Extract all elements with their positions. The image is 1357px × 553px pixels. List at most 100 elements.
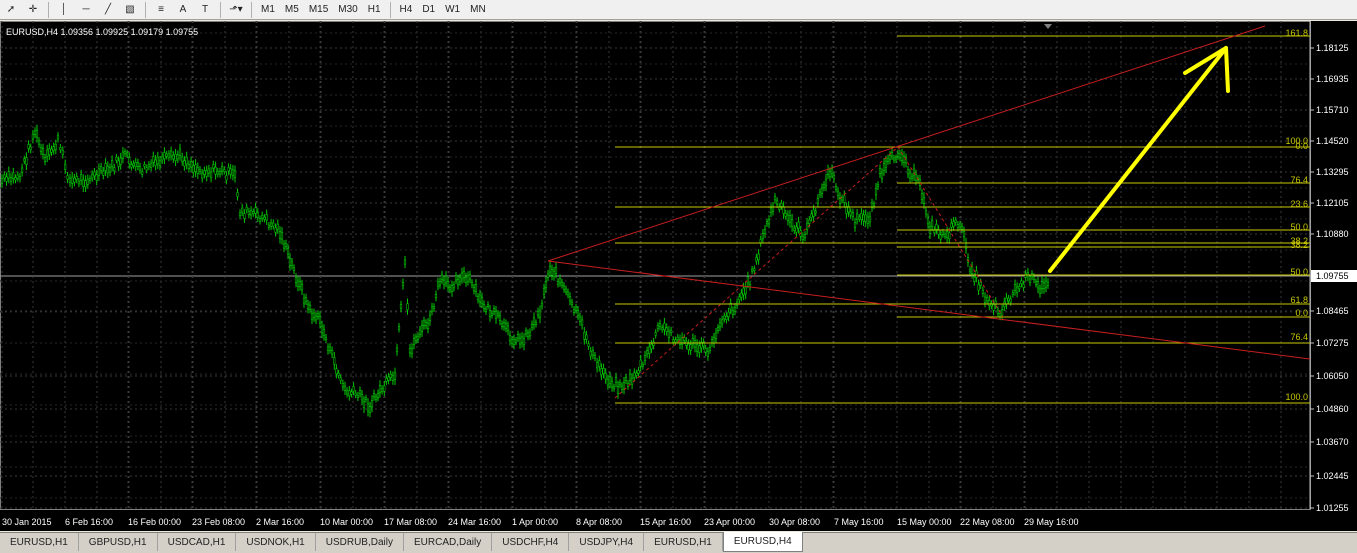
toolbar-separator [48,1,49,18]
candle-body [231,169,235,176]
candle-body [121,151,124,159]
timeframe-h4-button[interactable]: H4 [395,1,418,19]
candle-body [508,334,512,342]
timeframe-h1-button[interactable]: H1 [363,1,386,19]
chart-window[interactable]: 1.18125 1.16935 1.15710 1.14520 1.13295 1.121… [0,21,1357,531]
timeframe-m30-button[interactable]: M30 [333,1,362,19]
arrows-icon[interactable]: ⬏▾ [225,1,247,19]
candle-body [820,187,824,194]
candle-body [962,231,966,238]
candle-body [216,170,219,175]
chart-tab[interactable]: USDRUB,Daily [315,533,404,551]
horizontal-line-icon[interactable]: ─ [75,1,97,19]
candle-body [746,276,749,284]
candle-body [111,160,114,167]
time-label: 10 Mar 00:00 [320,517,373,527]
candle-body [456,278,460,286]
candle-body [851,212,854,218]
candle-body [939,234,942,240]
candle-body [676,336,679,341]
candle-body [552,271,556,277]
timeframe-m1-button[interactable]: M1 [256,1,280,19]
candle-body [667,330,670,338]
candle-body [780,203,783,207]
chart-tab[interactable]: EURUSD,H4 [722,532,803,552]
chart-tab[interactable]: USDCHF,H4 [492,533,570,551]
crosshair-icon[interactable]: ✛ [22,1,44,19]
text-label-icon[interactable]: T [194,1,216,19]
equidistant-channel-icon[interactable]: ▧ [119,1,141,19]
candle-body [450,285,454,293]
candle-body [536,311,540,316]
chart-tab[interactable]: USDCAD,H1 [157,533,237,551]
candle-body [68,177,72,183]
candle-body [31,133,34,140]
candle-body [1036,281,1040,289]
chart-tab[interactable]: USDNOK,H1 [236,533,316,551]
candle-body [205,170,208,177]
candle-body [265,214,268,221]
price-label: 1.03670 [1316,437,1349,447]
candle-body [12,172,15,180]
text-icon[interactable]: A [172,1,194,19]
timeframe-m5-button[interactable]: M5 [280,1,304,19]
price-chart[interactable]: 1.18125 1.16935 1.15710 1.14520 1.13295 1.121… [0,21,1357,531]
fibonacci-icon[interactable]: ≡ [150,1,172,19]
candle-body [486,303,490,307]
candle-body [712,337,716,344]
time-label: 2 Mar 16:00 [256,517,304,527]
candle-body [738,296,741,301]
candle-body [403,259,407,265]
timeframe-w1-button[interactable]: W1 [440,1,465,19]
candle-body [755,257,758,262]
candle-body [1040,281,1044,289]
candle-body [80,174,83,181]
candle-body [727,311,730,318]
candle-body [855,213,859,220]
scroll-marker-icon [1044,24,1052,29]
candle-body [84,180,87,188]
candle-body [254,207,257,214]
candle-body [308,304,312,310]
cursor-icon[interactable]: ➚ [0,1,22,19]
candle-body [452,284,456,289]
candle-body [113,167,116,172]
candle-body [61,150,64,155]
trendline-icon[interactable]: ╱ [97,1,119,19]
candle-body [853,222,857,228]
chart-tab[interactable]: EURCAD,Daily [403,533,493,551]
timeframe-d1-button[interactable]: D1 [417,1,440,19]
chart-tab[interactable]: USDJPY,H4 [569,533,645,551]
candle-body [622,381,626,390]
chart-tab[interactable]: EURUSD,H1 [0,533,79,551]
candle-body [874,188,878,196]
timeframe-m15-button[interactable]: M15 [304,1,333,19]
time-label: 29 May 16:00 [1024,517,1079,527]
candle-body [383,385,386,392]
candle-body [714,332,718,339]
candle-body [172,154,175,160]
fib-level-label: 76.4 [1290,332,1308,342]
chart-tab[interactable]: GBPUSD,H1 [78,533,158,551]
candle-body [75,176,78,180]
vertical-line-icon[interactable]: │ [53,1,75,19]
candle-body [669,329,673,334]
candle-body [203,170,206,175]
candle-body [757,253,760,261]
price-label: 1.15710 [1316,105,1349,115]
candle-body [304,297,308,302]
candle-body [620,385,624,390]
chart-tab[interactable]: EURUSD,H1 [644,533,723,551]
candle-body [0,178,4,184]
candle-body [9,177,13,182]
candle-body [16,174,19,179]
candle-body [661,327,664,330]
candle-body [185,156,188,165]
timeframe-mn-button[interactable]: MN [465,1,491,19]
candle-body [968,269,972,273]
candle-body [641,364,644,367]
candle-body [645,350,649,355]
time-label: 17 Mar 08:00 [384,517,437,527]
candle-body [612,386,616,390]
candle-body [292,267,296,271]
